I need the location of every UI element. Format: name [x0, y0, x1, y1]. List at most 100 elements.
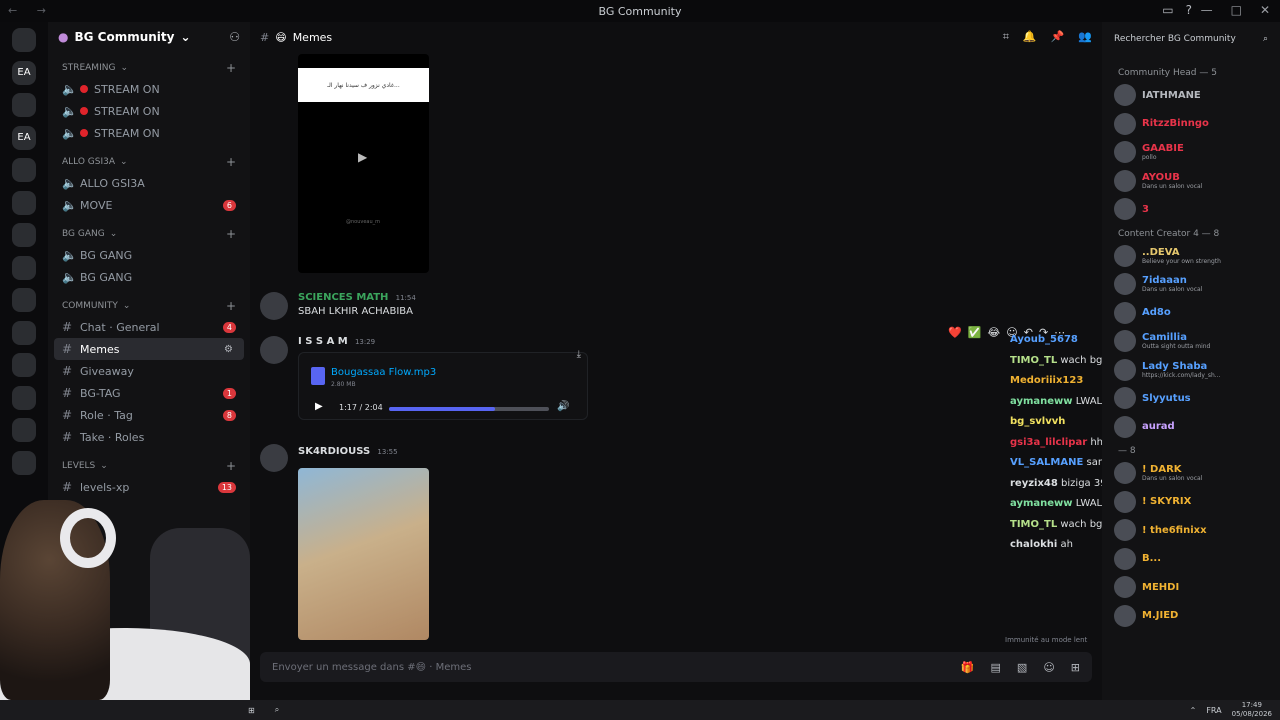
member-item[interactable]: ! the6finixx: [1114, 517, 1278, 543]
guild-header[interactable]: ● BG Community ⌄ ⚇: [48, 22, 250, 52]
add-channel-icon[interactable]: +: [226, 227, 236, 241]
member-item[interactable]: 7idaaan Dans un salon vocal: [1114, 271, 1278, 297]
start-icon[interactable]: ⊞: [248, 706, 255, 715]
channel-category[interactable]: STREAMING ⌄ +: [48, 58, 250, 78]
avatar[interactable]: [260, 292, 288, 320]
channel-category[interactable]: BG GANG ⌄ +: [48, 224, 250, 244]
member-item[interactable]: Slyyutus: [1114, 385, 1278, 411]
channel-item[interactable]: 🔈 BG GANG: [54, 266, 244, 288]
member-item[interactable]: 3: [1114, 196, 1278, 222]
channel-category[interactable]: levels ⌄ +: [48, 456, 250, 476]
play-icon[interactable]: ▶: [358, 150, 367, 164]
history-nav[interactable]: ← →: [8, 4, 54, 17]
channel-item[interactable]: 🔈 MOVE 6: [54, 194, 244, 216]
member-item[interactable]: Lady Shaba https://kick.com/lady_sh...: [1114, 357, 1278, 383]
member-item[interactable]: AYOUB Dans un salon vocal: [1114, 168, 1278, 194]
audio-progress[interactable]: [389, 407, 549, 411]
server-icon[interactable]: [12, 255, 36, 280]
member-item[interactable]: ! DARK Dans un salon vocal: [1114, 460, 1278, 486]
member-item[interactable]: MEHDI: [1114, 574, 1278, 600]
channel-item[interactable]: 🔈 ALLO GSI3A: [54, 172, 244, 194]
channel-item[interactable]: 🔈 STREAM ON: [54, 100, 244, 122]
pin-icon[interactable]: 📌: [1051, 30, 1065, 44]
member-item[interactable]: aurad: [1114, 414, 1278, 440]
member-status: Dans un salon vocal: [1142, 182, 1203, 190]
add-channel-icon[interactable]: +: [226, 299, 236, 313]
sticker-icon[interactable]: ▧: [1017, 661, 1027, 674]
gif-icon[interactable]: ▤: [991, 661, 1001, 674]
member-item[interactable]: M.JIED: [1114, 603, 1278, 629]
member-item[interactable]: ..DEVA Believe your own strength: [1114, 243, 1278, 269]
maximize-button[interactable]: □: [1231, 3, 1242, 17]
hash-icon: #: [62, 320, 73, 334]
member-item[interactable]: ! SKYRIX: [1114, 489, 1278, 515]
server-icon[interactable]: [12, 385, 36, 410]
server-icon[interactable]: [12, 320, 36, 345]
server-icon[interactable]: [12, 418, 36, 442]
message-author[interactable]: SK4RDIOUSS: [298, 446, 370, 457]
laugh-icon[interactable]: 😂: [987, 326, 1000, 339]
server-icon[interactable]: [12, 190, 36, 215]
channel-item[interactable]: 🔈 STREAM ON: [54, 78, 244, 100]
channel-item[interactable]: # Giveaway: [54, 360, 244, 382]
message-author[interactable]: I S S A M: [298, 336, 348, 347]
emoji-picker-icon[interactable]: ☺: [1043, 661, 1054, 674]
channel-item[interactable]: # Role · Tag 8: [54, 404, 244, 426]
server-icon[interactable]: [12, 353, 36, 377]
close-button[interactable]: ✕: [1260, 3, 1270, 17]
apps-icon[interactable]: ⊞: [1071, 661, 1080, 674]
image-attachment[interactable]: [298, 468, 429, 640]
member-item[interactable]: GAABIE pollo: [1114, 139, 1278, 165]
server-icon[interactable]: [12, 158, 36, 182]
gift-icon[interactable]: 🎁: [961, 661, 975, 674]
video-attachment[interactable]: غادي نزور ف سيدنا نهار الـ... ▶ @nouveau…: [298, 54, 429, 273]
channel-category[interactable]: ALLO GSI3A ⌄ +: [48, 152, 250, 172]
member-item[interactable]: Ad8o: [1114, 300, 1278, 326]
bell-icon[interactable]: 🔔: [1023, 30, 1037, 44]
channel-category[interactable]: COMMUNITY ⌄ +: [48, 296, 250, 316]
channel-item[interactable]: 🔈 STREAM ON: [54, 122, 244, 144]
server-icon[interactable]: EA: [12, 60, 36, 85]
volume-icon[interactable]: 🔊: [557, 401, 569, 412]
server-icon[interactable]: EA: [12, 125, 36, 150]
threads-icon[interactable]: ⌗: [1003, 30, 1009, 44]
member-item[interactable]: IATHMANE: [1114, 82, 1278, 108]
add-channel-icon[interactable]: +: [226, 459, 236, 473]
server-icon[interactable]: [12, 93, 36, 117]
message-input[interactable]: Envoyer un message dans #😄 · Memes 🎁 ▤ ▧…: [260, 652, 1092, 682]
avatar[interactable]: [260, 336, 288, 364]
server-icon[interactable]: [12, 450, 36, 475]
member-item[interactable]: Camillia Outta sight outta mind: [1114, 328, 1278, 354]
help-icon[interactable]: ?: [1186, 3, 1192, 17]
wifi-icon[interactable]: ⌃: [1190, 706, 1197, 715]
member-item[interactable]: B...: [1114, 546, 1278, 572]
channel-item[interactable]: # Take · Roles: [54, 426, 244, 448]
server-icon[interactable]: [12, 288, 36, 312]
channel-item[interactable]: 🔈 BG GANG: [54, 244, 244, 266]
play-icon[interactable]: ▶: [315, 401, 323, 412]
member-item[interactable]: RitzzBinngo: [1114, 111, 1278, 137]
hash-icon: #: [62, 408, 73, 422]
check-icon[interactable]: ✅: [968, 326, 982, 339]
members-icon[interactable]: 👥: [1078, 30, 1092, 44]
clock[interactable]: 17:49 05/08/2026: [1232, 701, 1272, 719]
heart-icon[interactable]: ❤️: [948, 326, 962, 339]
taskbar-search-icon[interactable]: ⌕: [275, 705, 279, 715]
add-channel-icon[interactable]: +: [226, 155, 236, 169]
channel-item[interactable]: # Memes ⚙: [54, 338, 244, 360]
search-input[interactable]: Rechercher BG Community ⌕: [1110, 30, 1272, 48]
add-channel-icon[interactable]: +: [226, 61, 236, 75]
language-indicator[interactable]: FRA: [1206, 706, 1221, 715]
channel-item[interactable]: # BG-TAG 1: [54, 382, 244, 404]
minimize-button[interactable]: —: [1201, 3, 1213, 17]
inbox-icon[interactable]: ▭: [1162, 3, 1173, 17]
download-icon[interactable]: ⤓: [577, 349, 581, 360]
channel-item[interactable]: # Chat · General 4: [54, 316, 244, 338]
add-member-icon[interactable]: ⚇: [229, 30, 240, 44]
avatar[interactable]: [260, 444, 288, 472]
channel-settings-icon[interactable]: ⚙: [224, 344, 236, 355]
audio-filename[interactable]: Bougassaa Flow.mp3: [331, 367, 436, 378]
message-author[interactable]: SCIENCES MATH: [298, 292, 388, 303]
server-icon[interactable]: [12, 28, 36, 52]
server-icon[interactable]: [12, 223, 36, 247]
